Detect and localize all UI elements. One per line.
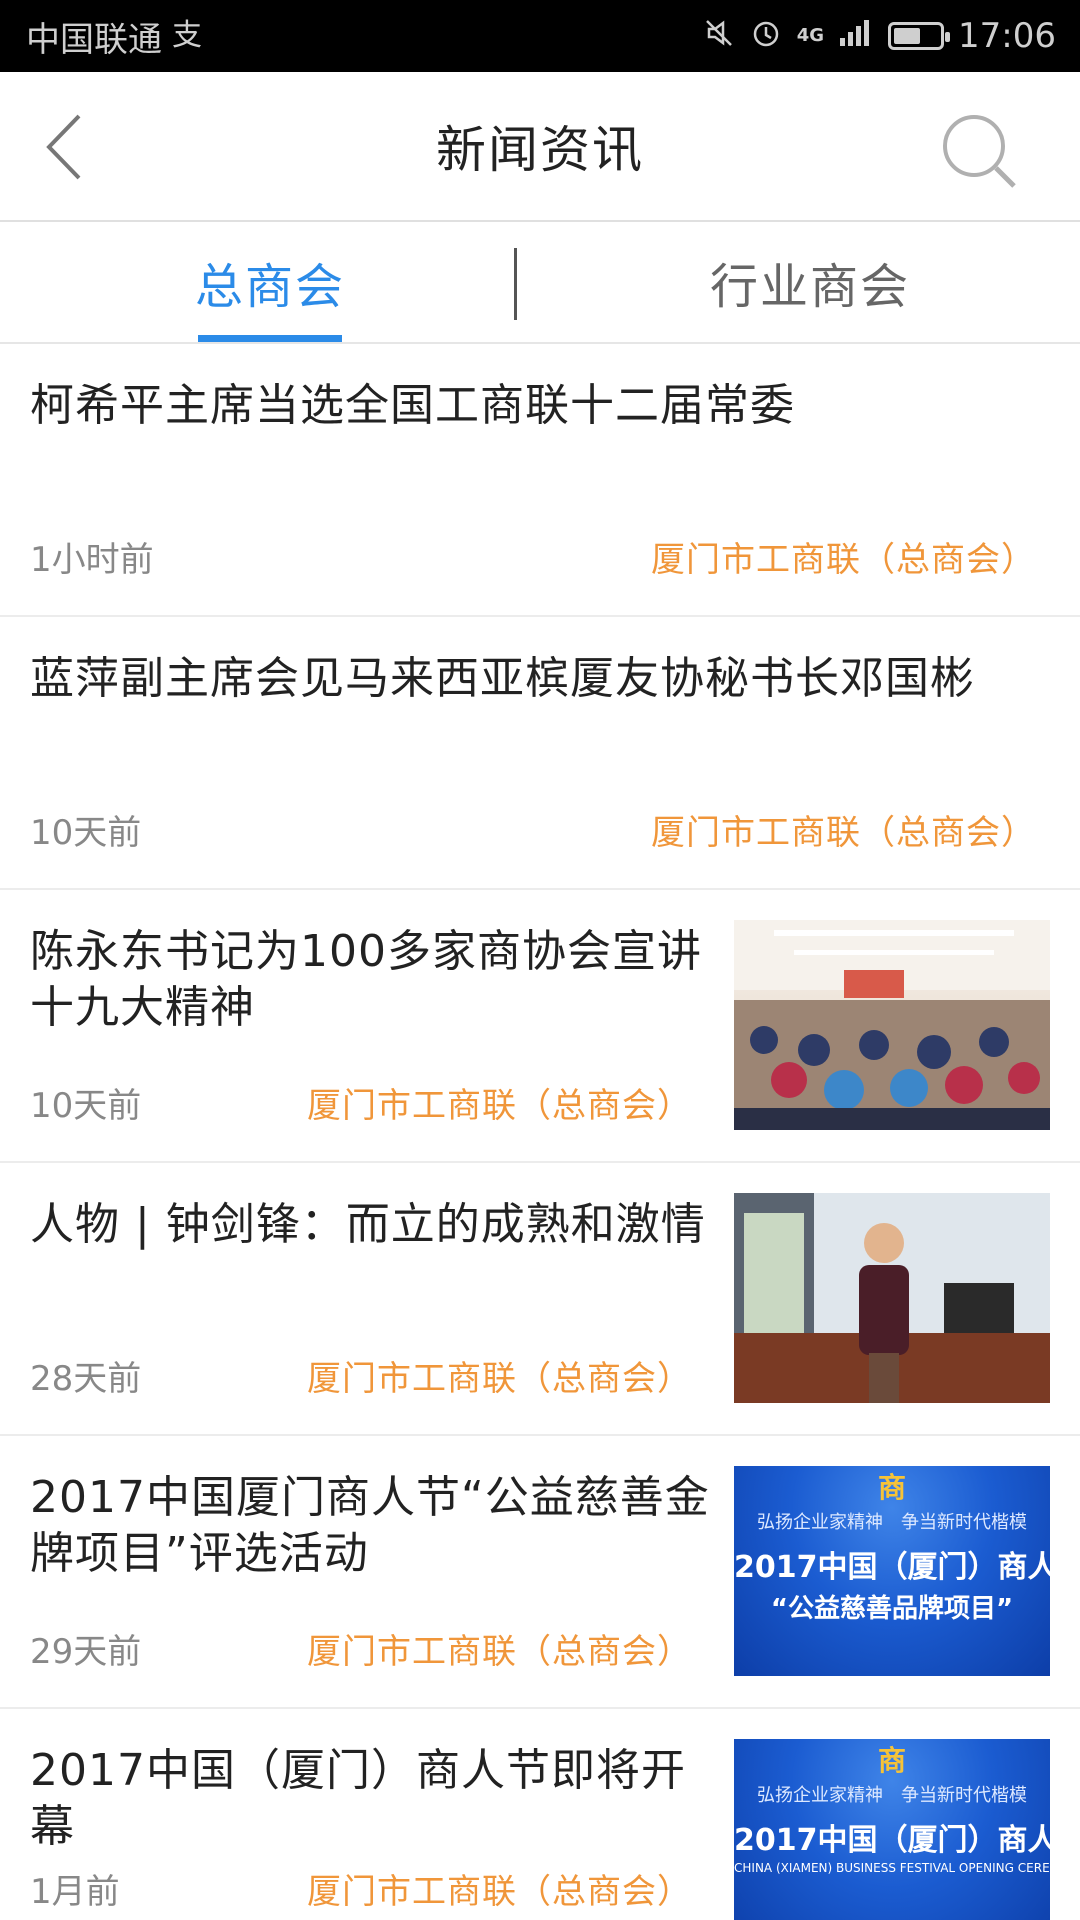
chevron-left-icon <box>46 114 81 180</box>
news-time: 28天前 <box>30 1359 142 1399</box>
news-title: 蓝萍副主席会见马来西亚槟厦友协秘书长邓国彬 <box>30 653 975 704</box>
page-title: 新闻资讯 <box>436 121 644 179</box>
app-header: 新闻资讯 <box>0 72 1080 222</box>
news-source: 厦门市工商联（总商会） <box>307 1359 692 1399</box>
news-item[interactable]: 柯希平主席当选全国工商联十二届常委 1小时前 厦门市工商联（总商会） <box>0 344 1080 617</box>
mute-icon <box>703 17 735 55</box>
news-title: 2017中国（厦门）商人节即将开幕 <box>30 1745 686 1852</box>
search-icon <box>943 115 1016 188</box>
battery-icon <box>888 22 951 50</box>
tab-divider <box>514 248 517 320</box>
news-thumbnail: 商 弘扬企业家精神 争当新时代楷模 2017中国（厦门）商人 CHINA (XI… <box>734 1739 1050 1920</box>
signal-icon <box>838 18 874 54</box>
back-button[interactable] <box>30 112 100 182</box>
tab-label: 总商会 <box>194 259 345 315</box>
thumbnail-subheadline: “公益慈善品牌项目” <box>770 1594 1014 1624</box>
tab-label: 行业商会 <box>709 259 910 315</box>
news-title: 陈永东书记为100多家商协会宣讲十九大精神 <box>30 926 702 1033</box>
thumbnail-slogan: 弘扬企业家精神 争当新时代楷模 <box>757 1512 1027 1533</box>
thumbnail-subheadline: CHINA (XIAMEN) BUSINESS FESTIVAL OPENING… <box>734 1861 1050 1875</box>
category-tabs: 总商会 行业商会 <box>0 222 1080 344</box>
news-source: 厦门市工商联（总商会） <box>307 1872 692 1912</box>
network-type-label: 4G <box>796 25 825 46</box>
news-title: 柯希平主席当选全国工商联十二届常委 <box>30 380 795 431</box>
news-time: 1小时前 <box>30 540 154 580</box>
tab-general-chamber[interactable]: 总商会 <box>0 222 540 342</box>
thumbnail-headline: 2017中国（厦门）商人 <box>734 1823 1050 1858</box>
news-time: 1月前 <box>30 1872 120 1912</box>
thumbnail-headline: 2017中国（厦门）商人 <box>734 1550 1050 1585</box>
chamber-logo-icon: 商 <box>877 1471 906 1504</box>
meeting-photo <box>734 920 1050 1130</box>
news-source: 厦门市工商联（总商会） <box>307 1632 692 1672</box>
news-item[interactable]: 蓝萍副主席会见马来西亚槟厦友协秘书长邓国彬 10天前 厦门市工商联（总商会） <box>0 617 1080 890</box>
news-source: 厦门市工商联（总商会） <box>307 1086 692 1126</box>
news-item[interactable]: 陈永东书记为100多家商协会宣讲十九大精神 10天前 厦门市工商联（总商会） <box>0 890 1080 1163</box>
status-bar: 中国联通 支 4G 17:06 <box>0 0 1080 72</box>
alipay-icon: 支 <box>172 18 202 53</box>
active-tab-indicator <box>198 335 342 342</box>
news-list: 柯希平主席当选全国工商联十二届常委 1小时前 厦门市工商联（总商会） 蓝萍副主席… <box>0 344 1080 1920</box>
alarm-icon <box>749 16 783 56</box>
search-button[interactable] <box>940 112 1020 192</box>
news-thumbnail <box>734 920 1050 1130</box>
news-item[interactable]: 2017中国（厦门）商人节即将开幕 1月前 厦门市工商联（总商会） 商 弘扬企业… <box>0 1709 1080 1920</box>
portrait-photo <box>734 1193 1050 1403</box>
news-thumbnail <box>734 1193 1050 1403</box>
tab-industry-chamber[interactable]: 行业商会 <box>540 222 1080 342</box>
news-item[interactable]: 2017中国厦门商人节“公益慈善金牌项目”评选活动 29天前 厦门市工商联（总商… <box>0 1436 1080 1709</box>
news-title: 2017中国厦门商人节“公益慈善金牌项目”评选活动 <box>30 1472 710 1579</box>
news-title: 人物 | 钟剑锋：而立的成熟和激情 <box>30 1199 706 1250</box>
news-item[interactable]: 人物 | 钟剑锋：而立的成熟和激情 28天前 厦门市工商联（总商会） <box>0 1163 1080 1436</box>
news-time: 10天前 <box>30 1086 142 1126</box>
news-thumbnail: 商 弘扬企业家精神 争当新时代楷模 2017中国（厦门）商人 “公益慈善品牌项目… <box>734 1466 1050 1676</box>
news-time: 29天前 <box>30 1632 142 1672</box>
news-time: 10天前 <box>30 813 142 853</box>
news-source: 厦门市工商联（总商会） <box>651 540 1036 580</box>
news-source: 厦门市工商联（总商会） <box>651 813 1036 853</box>
chamber-logo-icon: 商 <box>877 1744 906 1777</box>
clock: 17:06 <box>958 16 1056 56</box>
thumbnail-slogan: 弘扬企业家精神 争当新时代楷模 <box>757 1785 1027 1806</box>
carrier-label: 中国联通 <box>26 19 162 60</box>
